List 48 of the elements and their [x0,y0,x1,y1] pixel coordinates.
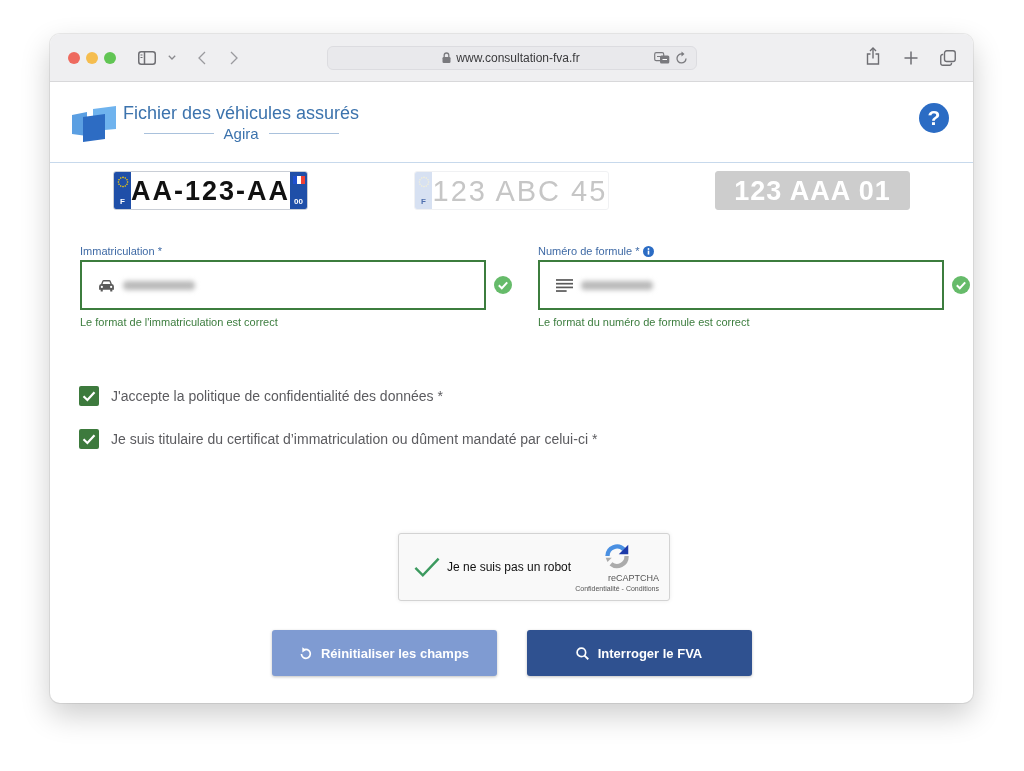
consent-label: Je suis titulaire du certificat d’immatriculation ou dûment mandaté par celui-ci * [111,431,598,447]
blurred-value [581,280,653,290]
checkbox[interactable] [79,429,99,449]
site-subtitle: Agira [223,123,259,143]
address-bar[interactable]: www.consultation-fva.fr [327,45,697,70]
overlapping-rectangles-icon[interactable] [654,51,670,64]
url-text: www.consultation-fva.fr [456,50,580,65]
field-label: Immatriculation * [80,244,162,258]
plus-icon[interactable] [904,50,918,65]
help-button[interactable]: ? [919,103,949,133]
share-icon[interactable] [866,47,880,65]
checkmark-icon[interactable] [414,556,440,578]
license-plate[interactable]: F 123 ABC 45 [414,171,609,210]
plate-region-code: 00 [294,197,303,206]
plate-country-code: F [421,197,426,206]
plate-number: 123 ABC 45 [432,173,608,208]
blurred-value [123,280,195,290]
checkbox[interactable] [79,386,99,406]
window-zoom-icon[interactable] [104,51,116,64]
chevron-left-icon[interactable] [198,50,206,65]
field-label: Numéro de formule * [538,244,640,258]
consent-label: J'accepte la politique de confidentialité des données * [111,388,443,404]
input-field[interactable] [80,260,486,310]
chevron-right-icon[interactable] [230,50,238,65]
search-icon [575,646,589,660]
car-icon [98,278,115,292]
window-close-icon[interactable] [68,51,80,64]
chevron-down-icon[interactable] [168,55,176,60]
captcha-brand: reCAPTCHA [608,573,659,584]
circular-arrow-icon[interactable] [676,51,688,64]
circular-arrow-icon [298,646,312,660]
sidebar-icon[interactable] [138,50,156,65]
overlapping-squares-icon[interactable] [940,49,956,66]
info-icon[interactable] [642,245,654,257]
flag-icon [292,176,305,184]
plate-country-code: F [120,197,125,206]
lock-icon [442,52,452,63]
search-button[interactable]: Interroger le FVA [526,630,752,676]
eu-stars-icon [116,176,129,188]
logo-icon [72,106,116,142]
captcha-label: Je ne suis pas un robot [447,560,572,574]
validation-message: Le format de l'immatriculation est correct [80,315,278,329]
validation-message: Le format du numéro de formule est correct [538,315,750,329]
text-lines-icon [556,278,573,292]
recaptcha-logo-icon [604,543,631,569]
plate-number: AA-123-AA [131,174,291,208]
input-field[interactable] [538,260,944,310]
site-title: Fichier des véhicules assurés [123,101,360,124]
